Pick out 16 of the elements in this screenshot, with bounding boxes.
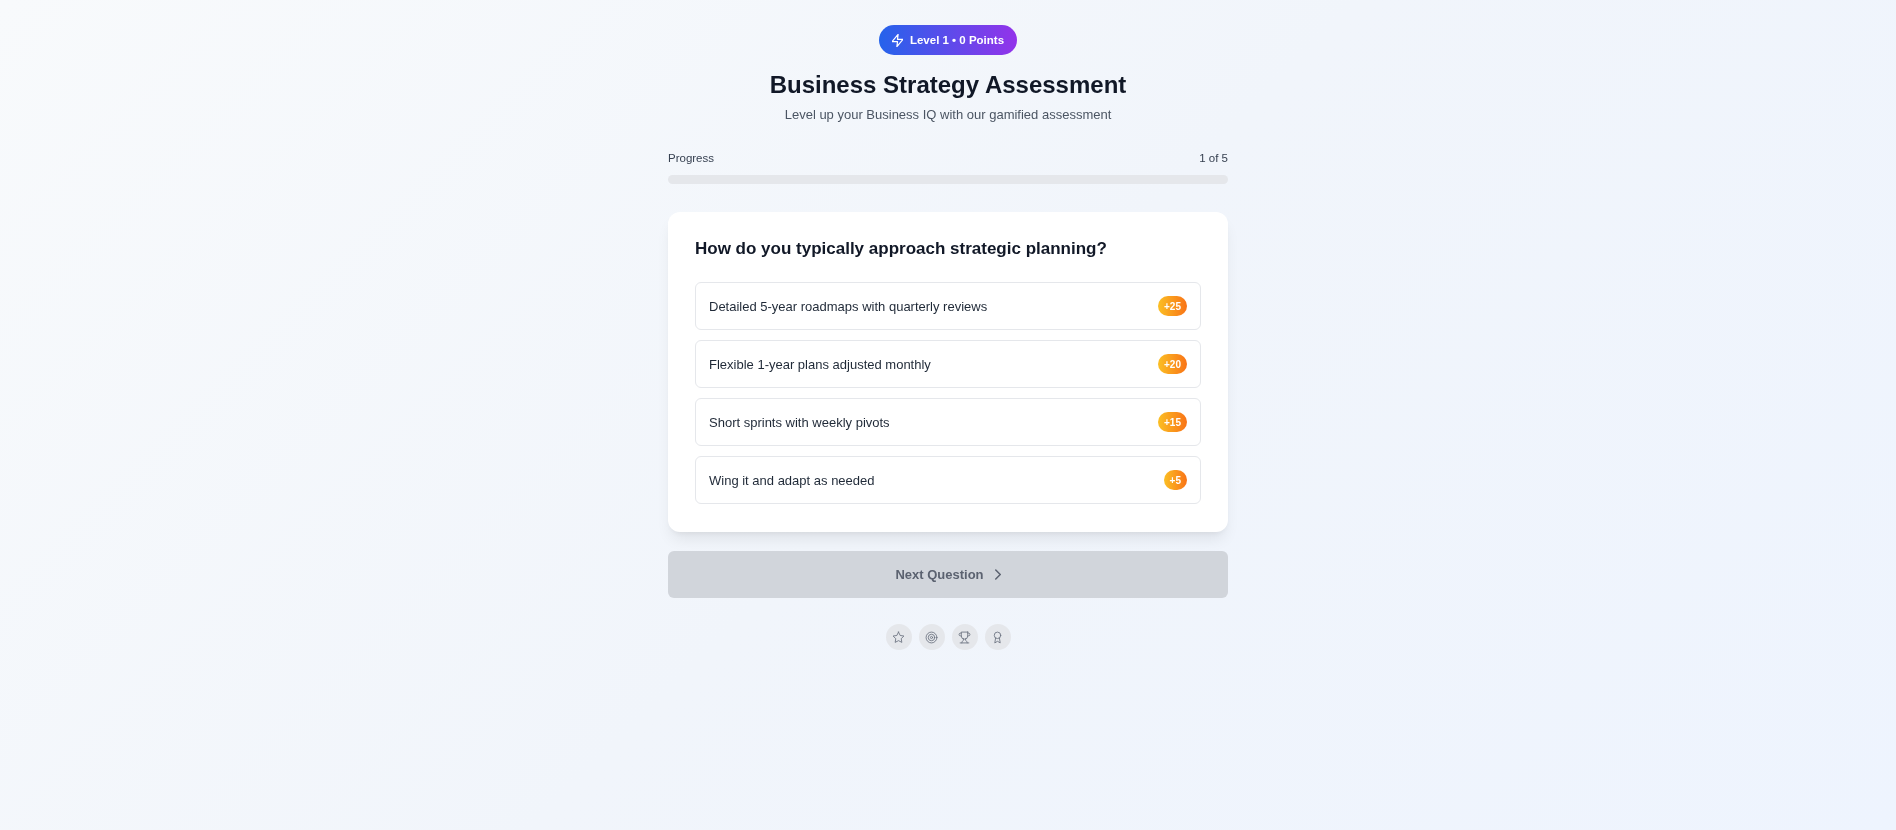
points-badge: +15 bbox=[1158, 412, 1187, 432]
lightning-icon bbox=[891, 33, 903, 47]
level-badge: Level 1 • 0 Points bbox=[878, 25, 1018, 55]
answer-option[interactable]: Detailed 5-year roadmaps with quarterly reviews +25 bbox=[695, 282, 1201, 330]
points-badge: +5 bbox=[1163, 470, 1187, 490]
progress-label: Progress bbox=[668, 151, 715, 166]
page-subtitle: Level up your Business IQ with our gamified assessment bbox=[784, 106, 1112, 124]
chevron-right-icon bbox=[994, 569, 1001, 580]
progress-count: 1 of 5 bbox=[1199, 151, 1228, 166]
page-title: Business Strategy Assessment bbox=[769, 70, 1127, 100]
points-badge: +20 bbox=[1158, 354, 1187, 374]
answer-option[interactable]: Flexible 1-year plans adjusted monthly +20 bbox=[695, 340, 1201, 388]
answer-option[interactable]: Short sprints with weekly pivots +15 bbox=[695, 398, 1201, 446]
answer-option[interactable]: Wing it and adapt as needed +5 bbox=[695, 456, 1201, 504]
question-text: How do you typically approach strategic planning? bbox=[695, 239, 1108, 259]
points-badge: +25 bbox=[1158, 296, 1187, 316]
